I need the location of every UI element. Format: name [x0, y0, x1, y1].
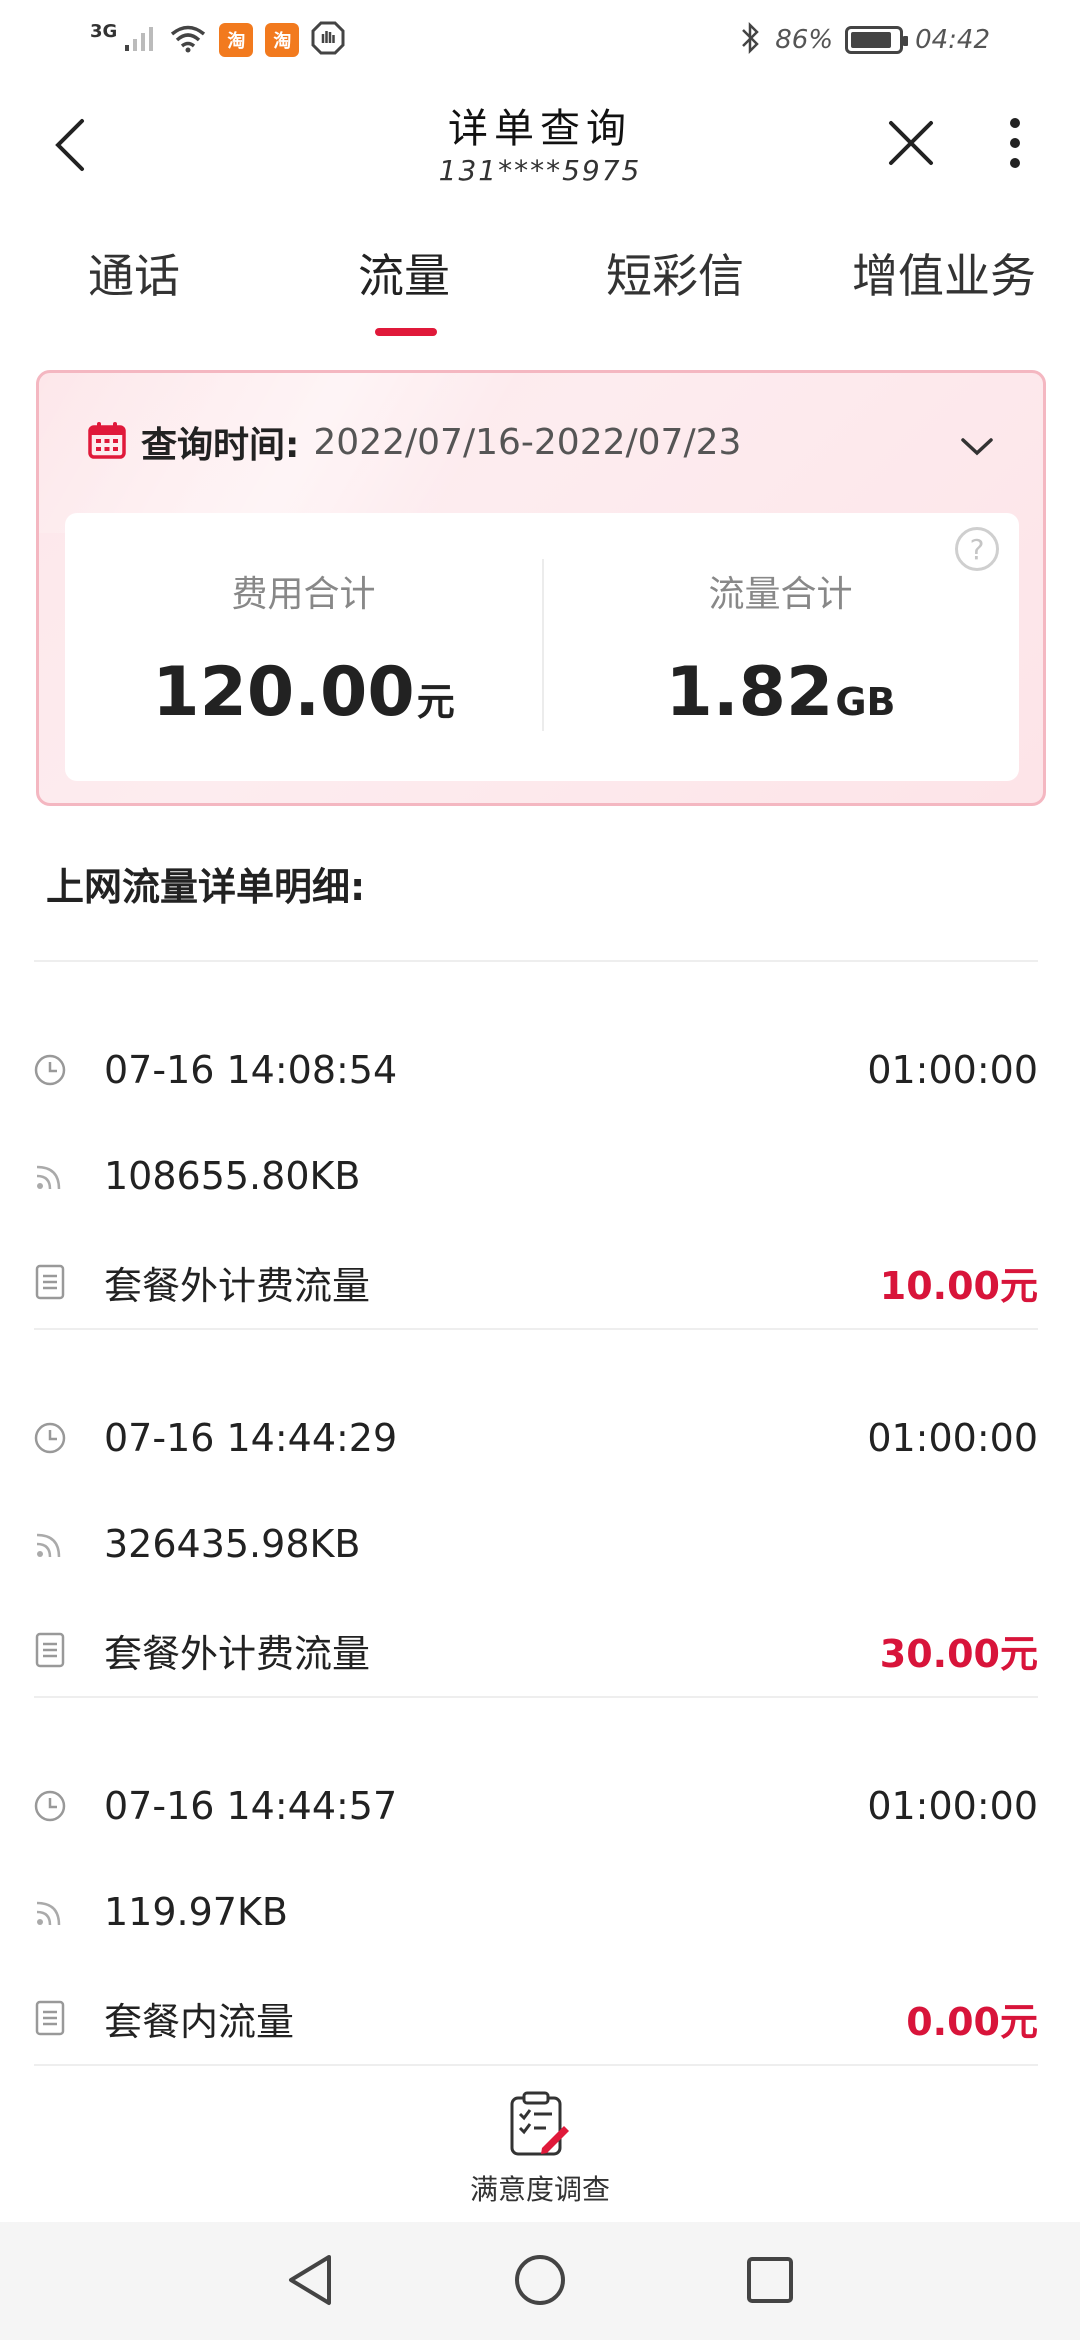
wifi-icon: [169, 23, 207, 57]
clock-icon: [32, 1788, 68, 1824]
tab-calls[interactable]: 通话: [88, 240, 180, 306]
record-type-row: 套餐外计费流量 10.00元: [0, 1252, 1080, 1312]
section-title: 上网流量详单明细:: [46, 865, 366, 909]
document-icon: [32, 2000, 68, 2036]
record-fee: 0.00元: [906, 1999, 1038, 2044]
list-item[interactable]: 07-16 14:08:54 01:00:00 108655.80KB 套餐外计…: [0, 960, 1080, 1328]
fee-total-value: 120.00: [152, 653, 415, 732]
record-volume-row: 326435.98KB: [0, 1514, 1080, 1574]
record-volume: 108655.80KB: [104, 1154, 361, 1198]
tab-value-added[interactable]: 增值业务: [852, 240, 1036, 306]
record-fee: 30.00元: [879, 1631, 1038, 1676]
signal-wave-icon: [32, 1894, 68, 1930]
close-icon: [889, 121, 933, 165]
record-volume: 119.97KB: [104, 1890, 288, 1934]
record-time-row: 07-16 14:44:57 01:00:00: [0, 1776, 1080, 1836]
bluetooth-icon: [739, 21, 763, 59]
triangle-back-icon: [289, 2255, 331, 2305]
record-time-row: 07-16 14:44:29 01:00:00: [0, 1408, 1080, 1468]
record-type: 套餐内流量: [104, 1999, 295, 2044]
signal-wave-icon: [32, 1526, 68, 1562]
status-left: 3G 淘 淘: [90, 21, 345, 59]
calendar-icon: [87, 420, 127, 464]
data-total-unit: GB: [835, 680, 896, 724]
record-time: 07-16 14:08:54: [104, 1048, 398, 1092]
document-icon: [32, 1632, 68, 1668]
data-total-label: 流量合计: [708, 574, 853, 615]
battery-fill: [851, 32, 891, 48]
hand-icon: [311, 21, 345, 59]
nav-back-button[interactable]: [280, 2250, 340, 2310]
query-time-label: 查询时间:: [141, 425, 300, 466]
record-duration: 01:00:00: [867, 1416, 1038, 1460]
nav-recents-button[interactable]: [740, 2250, 800, 2310]
system-nav-bar: [0, 2222, 1080, 2340]
record-time-row: 07-16 14:08:54 01:00:00: [0, 1040, 1080, 1100]
record-volume-row: 119.97KB: [0, 1882, 1080, 1942]
summary-totals: ? 费用合计 120.00元 流量合计 1.82GB: [65, 513, 1019, 781]
query-time-range: 2022/07/16-2022/07/23: [313, 421, 742, 463]
record-time: 07-16 14:44:29: [104, 1416, 398, 1460]
record-duration: 01:00:00: [867, 1048, 1038, 1092]
tab-messages[interactable]: 短彩信: [606, 240, 744, 306]
more-vertical-icon: [1010, 118, 1020, 168]
record-volume: 326435.98KB: [104, 1522, 361, 1566]
circle-home-icon: [515, 2255, 565, 2305]
square-recents-icon: [747, 2257, 793, 2303]
document-icon: [32, 1264, 68, 1300]
header: 详单查询 131****5975: [0, 80, 1080, 210]
survey-button[interactable]: 满意度调查: [440, 2090, 640, 2208]
list-item[interactable]: 07-16 14:44:29 01:00:00 326435.98KB 套餐外计…: [0, 1328, 1080, 1696]
survey-clipboard-icon: [510, 2091, 569, 2156]
record-time: 07-16 14:44:57: [104, 1784, 398, 1828]
status-right: 86% 04:42: [739, 21, 990, 59]
fee-total-unit: 元: [416, 680, 455, 724]
taobao-app-icon: 淘: [219, 23, 254, 57]
clock-icon: [32, 1420, 68, 1456]
list-item[interactable]: 07-16 14:44:57 01:00:00 119.97KB 套餐内流量 0…: [0, 1696, 1080, 2064]
summary-card: 查询时间: 2022/07/16-2022/07/23 ? 费用合计 120.0…: [36, 370, 1046, 806]
nav-home-button[interactable]: [510, 2250, 570, 2310]
tab-bar: 通话 流量 短彩信 增值业务: [0, 222, 1080, 342]
chevron-down-icon: [961, 438, 993, 456]
battery-icon: [845, 26, 909, 54]
close-button[interactable]: [876, 108, 946, 178]
tab-data[interactable]: 流量: [358, 240, 450, 306]
signal-wave-icon: [32, 1158, 68, 1194]
data-total-value: 1.82: [665, 653, 834, 732]
taobao-app-icon: 淘: [265, 23, 300, 57]
record-type: 套餐外计费流量: [104, 1631, 371, 1676]
clock: 04:42: [915, 25, 990, 55]
expand-query-button[interactable]: [955, 425, 999, 469]
record-fee: 10.00元: [879, 1263, 1038, 1308]
divider: [34, 1696, 1038, 1698]
network-type: 3G: [90, 20, 118, 42]
record-duration: 01:00:00: [867, 1784, 1038, 1828]
record-volume-row: 108655.80KB: [0, 1146, 1080, 1206]
record-type-row: 套餐内流量 0.00元: [0, 1988, 1080, 2048]
divider: [34, 2064, 1038, 2066]
query-time-row[interactable]: 查询时间: 2022/07/16-2022/07/23: [87, 417, 741, 467]
divider: [34, 1328, 1038, 1330]
data-total-value-wrap: 1.82GB: [542, 653, 1019, 732]
battery-percent: 86%: [775, 25, 834, 55]
fee-total-value-wrap: 120.00元: [65, 653, 542, 732]
fee-total: 费用合计 120.00元: [65, 565, 542, 732]
record-type: 套餐外计费流量: [104, 1263, 371, 1308]
survey-label: 满意度调查: [469, 2173, 610, 2206]
tab-indicator: [375, 328, 437, 336]
more-button[interactable]: [990, 108, 1040, 178]
record-type-row: 套餐外计费流量 30.00元: [0, 1620, 1080, 1680]
fee-total-label: 费用合计: [231, 574, 376, 615]
status-bar: 3G 淘 淘 86% 04:42: [0, 0, 1080, 80]
divider: [34, 960, 1038, 962]
signal-icon: [123, 23, 157, 57]
clock-icon: [32, 1052, 68, 1088]
data-total: 流量合计 1.82GB: [542, 565, 1019, 732]
